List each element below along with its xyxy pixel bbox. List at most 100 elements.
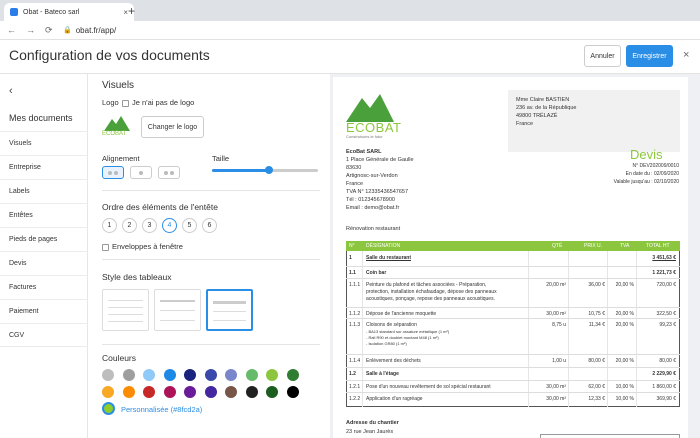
forward-arrow-icon[interactable]: → (26, 25, 38, 35)
col-header: N° (349, 243, 355, 249)
color-swatch[interactable] (163, 386, 176, 398)
sidebar-item-pieds-de-pages[interactable]: Pieds de pages (0, 227, 88, 251)
color-swatch[interactable] (184, 386, 196, 398)
page-title: Configuration de vos documents (9, 47, 210, 63)
table-cell: 80,00 € (588, 358, 605, 364)
logo-label: Logo (102, 98, 119, 107)
color-swatch[interactable] (266, 386, 278, 398)
back-chevron-icon[interactable]: ‹ (9, 85, 13, 97)
table-style-3[interactable] (206, 289, 253, 331)
color-swatch[interactable] (122, 369, 135, 381)
sidebar-title: Mes documents (9, 113, 73, 123)
lock-icon: 🔒 (63, 27, 72, 34)
table-cell: 322,50 € (656, 311, 676, 317)
order-6[interactable]: 6 (202, 218, 217, 233)
table-cell: 1 (349, 255, 352, 261)
size-slider-handle[interactable] (265, 166, 273, 174)
no-logo-checkbox[interactable] (122, 99, 129, 107)
company-line: Email : demo@obat.fr (346, 205, 400, 211)
url-text: obat.fr/app/ (75, 25, 117, 35)
color-swatch[interactable] (163, 369, 176, 381)
color-swatch[interactable] (102, 369, 114, 381)
color-swatch[interactable] (143, 369, 155, 381)
change-logo-button[interactable]: Changer le logo (141, 116, 204, 138)
table-style-1[interactable] (102, 289, 149, 331)
color-swatch[interactable] (102, 386, 114, 398)
close-icon[interactable]: × (683, 49, 689, 61)
color-swatch[interactable] (122, 386, 135, 398)
table-cell: Salle du restaurant (366, 255, 412, 261)
company-line: France (346, 181, 364, 187)
custom-color-label[interactable]: Personnalisée (#8fcd2a) (121, 405, 202, 414)
client-line1: 236 av. de la République (516, 105, 577, 111)
col-header: DÉSIGNATION (366, 243, 401, 249)
table-cell: 1.1.4 (349, 358, 361, 364)
back-arrow-icon[interactable]: ← (7, 25, 19, 35)
order-1[interactable]: 1 (102, 218, 117, 233)
align-center-button[interactable] (130, 166, 152, 179)
table-cell: 20,00 % (615, 322, 634, 328)
color-swatch[interactable] (286, 386, 299, 398)
logo-thumbnail (104, 116, 130, 131)
color-swatch[interactable] (143, 386, 155, 398)
table-style-title: Style des tableaux (102, 272, 172, 282)
table-cell: 1.2.2 (349, 396, 361, 402)
table-cell: 20,00 % (615, 311, 634, 317)
color-swatch[interactable] (184, 369, 196, 381)
sidebar-item-factures[interactable]: Factures (0, 275, 88, 299)
color-swatch[interactable] (225, 369, 237, 381)
color-swatch[interactable] (204, 369, 217, 381)
table-style-2[interactable] (154, 289, 201, 331)
size-slider-fill (212, 169, 269, 172)
table-cell: 369,90 € (656, 396, 676, 402)
envelope-checkbox[interactable] (102, 243, 109, 251)
sidebar-item-cgv[interactable]: CGV (0, 323, 88, 347)
order-2[interactable]: 2 (122, 218, 137, 233)
color-swatch[interactable] (266, 369, 278, 381)
table-cell: 1,00 u (552, 358, 566, 364)
color-swatch[interactable] (286, 369, 299, 381)
envelope-checkbox-row[interactable]: Enveloppes à fenêtre (102, 242, 183, 251)
table-cell: 12,33 € (588, 396, 605, 402)
order-4[interactable]: 4 (162, 218, 177, 233)
url-field[interactable]: 🔒 obat.fr/app/ (63, 26, 116, 35)
save-button[interactable]: Enregistrer (626, 45, 673, 67)
align-left-button[interactable] (102, 166, 124, 179)
sidebar-item-paiement[interactable]: Paiement (0, 299, 88, 323)
site-line: 23 rue Jean Jaurès (346, 429, 394, 435)
color-swatch[interactable] (245, 369, 258, 381)
order-3[interactable]: 3 (142, 218, 157, 233)
client-name: Mme Claire BASTIEN (516, 97, 570, 103)
row-divider (346, 392, 680, 393)
table-cell: 11,34 € (588, 322, 605, 328)
sidebar-item-entreprise[interactable]: Entreprise (0, 155, 88, 179)
cancel-button[interactable]: Annuler (584, 45, 621, 67)
company-line: Artignosc-sur-Verdon (346, 173, 398, 179)
no-logo-checkbox-row[interactable]: Je n'ai pas de logo (122, 98, 194, 107)
project-name: Rénovation restaurant (346, 226, 401, 232)
company-line: 1 Place Générale de Gaulle (346, 157, 414, 163)
sidebar-item-entetes[interactable]: Entêtes (0, 203, 88, 227)
custom-color-swatch[interactable] (102, 402, 115, 415)
sidebar-item-devis[interactable]: Devis (0, 251, 88, 275)
row-divider (346, 278, 680, 279)
color-swatch[interactable] (225, 386, 237, 398)
align-right-button[interactable] (158, 166, 180, 179)
table-cell: Cloisons de séparation (366, 322, 417, 328)
browser-tab[interactable]: Obat - Bateco sarl × (4, 3, 134, 21)
sidebar-item-labels[interactable]: Labels (0, 179, 88, 203)
table-cell: protection, installation échafaudage, dé… (366, 289, 497, 295)
color-swatch[interactable] (204, 386, 217, 398)
sidebar-item-visuels[interactable]: Visuels (0, 131, 88, 155)
order-5[interactable]: 5 (182, 218, 197, 233)
tab-title: Obat - Bateco sarl (23, 8, 80, 16)
reload-icon[interactable]: ⟳ (45, 25, 57, 36)
table-cell: Salle à l'étage (366, 371, 399, 377)
table-cell: - BA13 standard sur ossature métallique … (366, 329, 450, 334)
logo-subtitle: Construisons le futur (346, 134, 383, 139)
table-cell: 62,00 € (588, 384, 605, 390)
new-tab-button[interactable]: + (128, 4, 135, 18)
table-cell: 10,00 % (615, 396, 634, 402)
color-swatch[interactable] (245, 386, 258, 398)
document-valid: Valable jusqu'au : 02/10/2020 (613, 179, 679, 185)
